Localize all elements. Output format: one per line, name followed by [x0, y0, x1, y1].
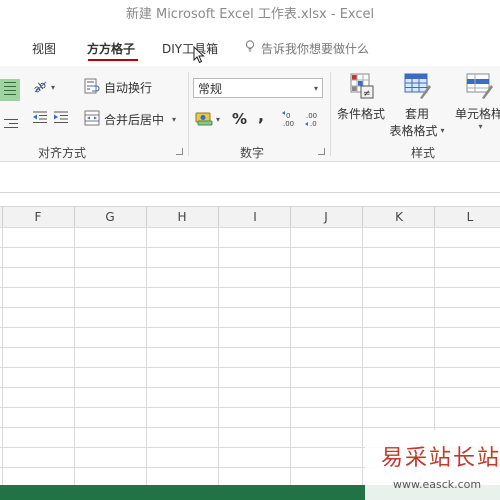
decrease-decimal-button[interactable]: .00.0	[304, 110, 324, 131]
decrease-indent-button[interactable]	[32, 110, 48, 127]
column-header-j[interactable]: J	[316, 210, 336, 224]
tab-view[interactable]: 视图	[32, 40, 56, 57]
column-divider	[218, 207, 219, 227]
lightbulb-icon	[245, 40, 257, 56]
active-tab-underline	[88, 59, 138, 61]
tell-me-text: 告诉我你想要做什么	[261, 42, 370, 56]
alignment-group-label: 对齐方式	[38, 146, 87, 160]
watermark-url: www.easck.com	[393, 478, 482, 491]
site-watermark: 易采站长站 www.easck.com	[365, 430, 500, 500]
orientation-button[interactable]: ab ▾	[32, 78, 55, 97]
column-header-i[interactable]: I	[245, 210, 265, 224]
styles-group-label: 样式	[411, 146, 436, 160]
column-header-row: F G H I J K L	[0, 206, 500, 228]
svg-text:0: 0	[286, 112, 290, 120]
chevron-down-icon: ▾	[440, 126, 445, 135]
cell-styles-icon	[464, 72, 494, 103]
number-dialog-launcher-icon[interactable]	[318, 148, 325, 155]
number-format-value: 常规	[198, 82, 223, 96]
tab-diy-toolbox[interactable]: DIY工具箱	[162, 40, 218, 57]
increase-indent-button[interactable]	[53, 110, 69, 127]
column-divider	[2, 207, 3, 227]
formula-bar[interactable]	[0, 162, 500, 193]
format-as-table-label-1: 套用	[404, 107, 429, 121]
column-header-k[interactable]: K	[389, 210, 409, 224]
merge-cells-icon	[84, 110, 100, 129]
column-divider	[146, 207, 147, 227]
format-as-table-button[interactable]: 套用 表格格式 ▾	[388, 72, 446, 139]
ribbon-tabs: 视图 方方格子 DIY工具箱 告诉我你想要做什么	[0, 34, 500, 64]
comma-style-button[interactable]: ,	[258, 106, 264, 125]
conditional-formatting-button[interactable]: ≠ 条件格式	[336, 72, 386, 122]
format-table-icon	[402, 72, 432, 103]
chevron-down-icon[interactable]: ▾	[172, 115, 176, 124]
decrease-indent-icon	[32, 110, 48, 127]
tell-me-search[interactable]: 告诉我你想要做什么	[245, 40, 369, 57]
conditional-formatting-icon: ≠	[347, 72, 375, 103]
svg-text:.00: .00	[283, 120, 294, 128]
column-header-l[interactable]: L	[460, 210, 480, 224]
format-as-table-label-2: 表格格式	[389, 124, 438, 138]
tab-fangfang[interactable]: 方方格子	[87, 40, 135, 57]
mouse-cursor-icon	[193, 45, 205, 68]
cell-styles-button[interactable]: 单元格样 ▾	[452, 72, 500, 131]
alignment-dialog-launcher-icon[interactable]	[176, 148, 183, 155]
cell-styles-label: 单元格样	[454, 107, 500, 121]
window-title: 新建 Microsoft Excel 工作表.xlsx - Excel	[0, 0, 500, 30]
number-format-select[interactable]: 常规 ▾	[193, 78, 323, 98]
column-divider	[434, 207, 435, 227]
column-header-g[interactable]: G	[100, 210, 120, 224]
increase-indent-icon	[53, 110, 69, 127]
increase-decimal-icon: 0.00	[281, 110, 301, 131]
wrap-text-icon	[84, 78, 100, 97]
column-header-h[interactable]: H	[172, 210, 192, 224]
percent-style-button[interactable]: %	[232, 110, 247, 128]
text-orientation-icon: ab	[32, 78, 49, 97]
svg-text:.0: .0	[310, 120, 317, 128]
chevron-down-icon: ▾	[313, 84, 318, 93]
conditional-formatting-label: 条件格式	[336, 107, 385, 121]
svg-text:≠: ≠	[363, 89, 371, 99]
align-center-button[interactable]	[0, 79, 20, 101]
watermark-title: 易采站长站	[381, 446, 500, 471]
merge-center-label: 合并后居中	[104, 113, 165, 127]
accounting-format-button[interactable]: ▾	[195, 110, 220, 129]
column-divider	[74, 207, 75, 227]
column-divider	[290, 207, 291, 227]
decrease-decimal-icon: .00.0	[304, 110, 324, 131]
column-divider	[362, 207, 363, 227]
ribbon-panel: ab ▾ 自动换行 合并后居中 ▾ 对齐方式 常规 ▾ ▾ %	[0, 66, 500, 162]
currency-icon	[195, 110, 213, 129]
increase-decimal-button[interactable]: 0.00	[281, 110, 301, 131]
group-divider	[330, 72, 331, 156]
column-header-f[interactable]: F	[28, 210, 48, 224]
chevron-down-icon: ▾	[51, 83, 56, 92]
wrap-text-label: 自动换行	[104, 81, 153, 95]
chevron-down-icon: ▾	[478, 122, 483, 131]
number-group-label: 数字	[240, 146, 265, 160]
chevron-down-icon: ▾	[216, 115, 221, 124]
merge-center-button[interactable]: 合并后居中 ▾	[84, 110, 176, 129]
wrap-text-button[interactable]: 自动换行	[84, 78, 152, 97]
group-divider	[188, 72, 189, 156]
align-right-icon[interactable]	[4, 116, 18, 131]
svg-text:.00: .00	[306, 112, 317, 120]
